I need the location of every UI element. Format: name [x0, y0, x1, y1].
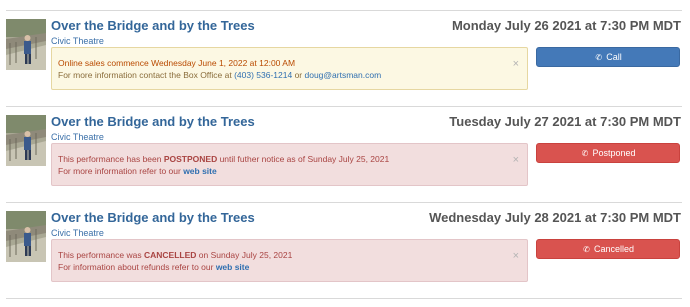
alert-contact: For more information contact the Box Off…: [58, 70, 381, 80]
postponed-button[interactable]: ✆ Postponed: [536, 143, 680, 163]
event-row: Over the Bridge and by the Trees Civic T…: [6, 108, 682, 194]
venue-link[interactable]: Civic Theatre: [51, 36, 104, 46]
close-icon[interactable]: ×: [513, 154, 519, 166]
event-title[interactable]: Over the Bridge and by the Trees: [51, 18, 255, 33]
phone-link[interactable]: (403) 536-1214: [234, 70, 292, 80]
event-date: Wednesday July 28 2021 at 7:30 PM MDT: [429, 210, 681, 225]
alert-info: For more information refer to our web si…: [58, 166, 217, 176]
event-title[interactable]: Over the Bridge and by the Trees: [51, 114, 255, 129]
phone-icon: ✆: [595, 53, 603, 62]
event-row: Over the Bridge and by the Trees Civic T…: [6, 12, 682, 98]
venue-link[interactable]: Civic Theatre: [51, 228, 104, 238]
alert-text: until futher notice as of Sunday July 25…: [217, 154, 390, 164]
event-thumbnail[interactable]: [6, 211, 46, 262]
call-button[interactable]: ✆ Call: [536, 47, 680, 67]
sales-alert: Online sales commence Wednesday June 1, …: [51, 47, 528, 90]
alert-info: For information about refunds refer to o…: [58, 262, 249, 272]
alert-text: on Sunday July 25, 2021: [196, 250, 293, 260]
cancelled-button-label: Cancelled: [593, 244, 635, 254]
event-row: Over the Bridge and by the Trees Civic T…: [6, 204, 682, 290]
alert-message: Online sales commence Wednesday June 1, …: [58, 58, 296, 68]
phone-icon: ✆: [583, 245, 590, 254]
alert-text: This performance was: [58, 250, 144, 260]
email-link[interactable]: doug@artsman.com: [304, 70, 381, 80]
separator: [6, 10, 682, 11]
event-thumbnail[interactable]: [6, 115, 46, 166]
website-link[interactable]: web site: [216, 262, 250, 272]
venue-link[interactable]: Civic Theatre: [51, 132, 104, 142]
event-date: Monday July 26 2021 at 7:30 PM MDT: [451, 18, 681, 33]
event-date: Tuesday July 27 2021 at 7:30 PM MDT: [449, 114, 681, 129]
event-thumbnail[interactable]: [6, 19, 46, 70]
separator: [6, 298, 682, 299]
close-icon[interactable]: ×: [513, 250, 519, 262]
close-icon[interactable]: ×: [513, 58, 519, 70]
cancelled-alert: This performance was CANCELLED on Sunday…: [51, 239, 528, 282]
alert-contact-text: For more information contact the Box Off…: [58, 70, 235, 80]
alert-or-text: or: [292, 70, 305, 80]
alert-info-text: For more information refer to our: [58, 166, 184, 176]
alert-status: CANCELLED: [143, 250, 197, 260]
alert-message: This performance has been POSTPONED unti…: [58, 154, 389, 164]
alert-text: This performance has been: [58, 154, 164, 164]
separator: [6, 202, 682, 203]
event-title[interactable]: Over the Bridge and by the Trees: [51, 210, 255, 225]
call-button-label: Call: [606, 52, 622, 62]
alert-info-text: For information about refunds refer to o…: [58, 262, 216, 272]
website-link[interactable]: web site: [183, 166, 217, 176]
phone-icon: ✆: [581, 149, 589, 158]
alert-status: POSTPONED: [163, 154, 218, 164]
postponed-alert: This performance has been POSTPONED unti…: [51, 143, 528, 186]
cancelled-button[interactable]: ✆ Cancelled: [536, 239, 680, 259]
alert-message: This performance was CANCELLED on Sunday…: [58, 250, 292, 260]
postponed-button-label: Postponed: [592, 148, 636, 158]
separator: [6, 106, 682, 107]
